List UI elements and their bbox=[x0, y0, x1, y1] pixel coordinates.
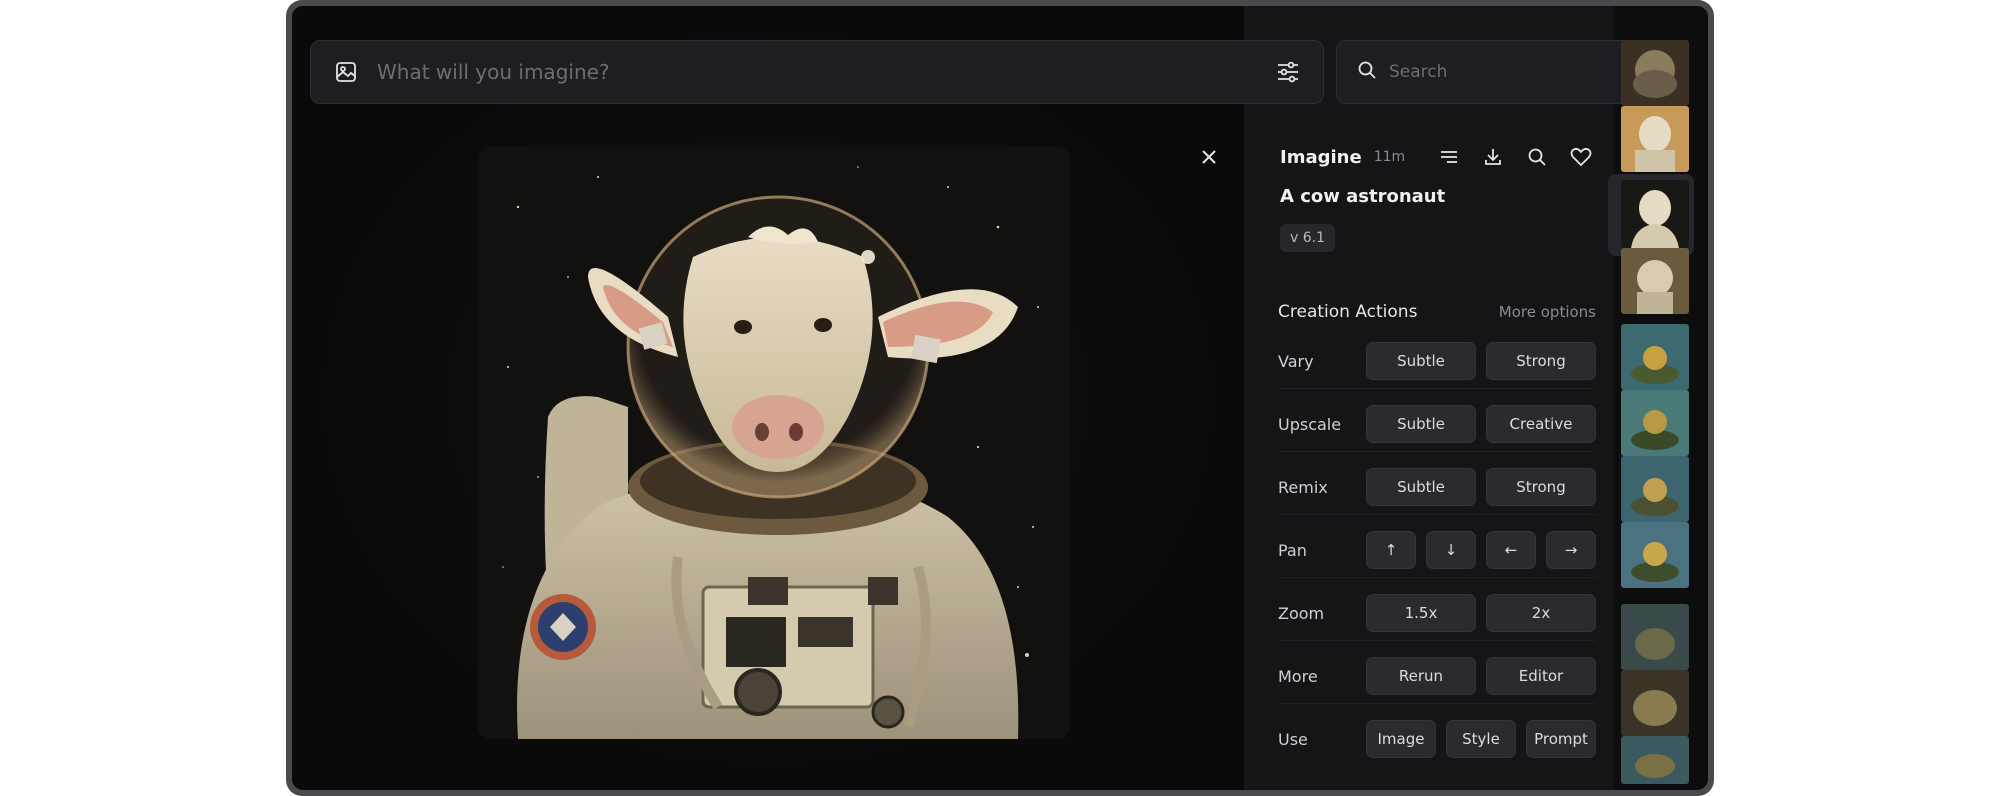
search-bar bbox=[1336, 40, 1644, 104]
search-input[interactable] bbox=[1389, 62, 1623, 82]
vary-subtle-button[interactable]: Subtle bbox=[1366, 342, 1476, 380]
action-label: Zoom bbox=[1278, 603, 1325, 623]
divider bbox=[1278, 640, 1596, 641]
app-screen: Imagine 11m bbox=[292, 6, 1708, 790]
action-row-upscale: Upscale Subtle Creative bbox=[1278, 404, 1596, 444]
thumbnail[interactable] bbox=[1621, 106, 1689, 172]
thumbnail[interactable] bbox=[1621, 456, 1689, 522]
vary-strong-button[interactable]: Strong bbox=[1486, 342, 1596, 380]
editor-button[interactable]: Editor bbox=[1486, 657, 1596, 695]
thumbnail[interactable] bbox=[1621, 324, 1689, 390]
creation-actions-title: Creation Actions bbox=[1278, 302, 1418, 322]
action-row-vary: Vary Subtle Strong bbox=[1278, 341, 1596, 381]
thumbnail[interactable] bbox=[1621, 522, 1689, 588]
rerun-button[interactable]: Rerun bbox=[1366, 657, 1476, 695]
use-style-button[interactable]: Style bbox=[1446, 720, 1516, 758]
prompt-input[interactable] bbox=[377, 60, 1275, 84]
generated-image[interactable] bbox=[478, 147, 1070, 739]
thumbnail[interactable] bbox=[1621, 180, 1689, 248]
divider bbox=[1278, 703, 1596, 704]
thumbnail[interactable] bbox=[1621, 670, 1689, 736]
remix-strong-button[interactable]: Strong bbox=[1486, 468, 1596, 506]
job-prompt: A cow astronaut bbox=[1280, 186, 1446, 207]
thumbnail[interactable] bbox=[1621, 390, 1689, 456]
menu-icon[interactable] bbox=[1434, 142, 1464, 172]
download-icon[interactable] bbox=[1478, 142, 1508, 172]
thumbnail[interactable] bbox=[1621, 736, 1689, 784]
action-label: Remix bbox=[1278, 477, 1328, 497]
device-frame: Imagine 11m bbox=[286, 0, 1714, 796]
pan-left-button[interactable]: ← bbox=[1486, 531, 1536, 569]
action-label: Pan bbox=[1278, 540, 1307, 560]
pan-up-button[interactable]: ↑ bbox=[1366, 531, 1416, 569]
job-header: Imagine 11m bbox=[1280, 140, 1610, 174]
use-image-button[interactable]: Image bbox=[1366, 720, 1436, 758]
more-options-link[interactable]: More options bbox=[1499, 303, 1596, 321]
heart-icon[interactable] bbox=[1566, 142, 1596, 172]
sliders-icon[interactable] bbox=[1275, 59, 1301, 85]
action-label: More bbox=[1278, 666, 1318, 686]
action-label: Use bbox=[1278, 729, 1308, 749]
divider bbox=[1278, 577, 1596, 578]
divider bbox=[1278, 451, 1596, 452]
divider bbox=[1278, 388, 1596, 389]
remix-subtle-button[interactable]: Subtle bbox=[1366, 468, 1476, 506]
version-badge[interactable]: v 6.1 bbox=[1280, 224, 1335, 252]
thumbnail[interactable] bbox=[1621, 248, 1689, 314]
thumbnail[interactable] bbox=[1621, 604, 1689, 670]
prompt-bar bbox=[310, 40, 1324, 104]
creation-actions-header: Creation Actions More options bbox=[1278, 302, 1596, 322]
image-icon[interactable] bbox=[333, 59, 359, 85]
zoom-2x-button[interactable]: 2x bbox=[1486, 594, 1596, 632]
action-row-remix: Remix Subtle Strong bbox=[1278, 467, 1596, 507]
divider bbox=[1278, 514, 1596, 515]
action-row-pan: Pan ↑ ↓ ← → bbox=[1278, 530, 1596, 570]
action-label: Upscale bbox=[1278, 414, 1342, 434]
use-prompt-button[interactable]: Prompt bbox=[1526, 720, 1596, 758]
upscale-subtle-button[interactable]: Subtle bbox=[1366, 405, 1476, 443]
pan-right-button[interactable]: → bbox=[1546, 531, 1596, 569]
action-row-zoom: Zoom 1.5x 2x bbox=[1278, 593, 1596, 633]
search-icon bbox=[1357, 60, 1377, 84]
action-label: Vary bbox=[1278, 351, 1314, 371]
job-title: Imagine bbox=[1280, 146, 1362, 168]
pan-down-button[interactable]: ↓ bbox=[1426, 531, 1476, 569]
action-row-use: Use Image Style Prompt bbox=[1278, 719, 1596, 759]
zoom-1-5x-button[interactable]: 1.5x bbox=[1366, 594, 1476, 632]
thumbnail[interactable] bbox=[1621, 40, 1689, 106]
upscale-creative-button[interactable]: Creative bbox=[1486, 405, 1596, 443]
close-icon[interactable] bbox=[1194, 142, 1224, 172]
action-row-more: More Rerun Editor bbox=[1278, 656, 1596, 696]
search-icon[interactable] bbox=[1522, 142, 1552, 172]
job-time: 11m bbox=[1373, 149, 1406, 165]
